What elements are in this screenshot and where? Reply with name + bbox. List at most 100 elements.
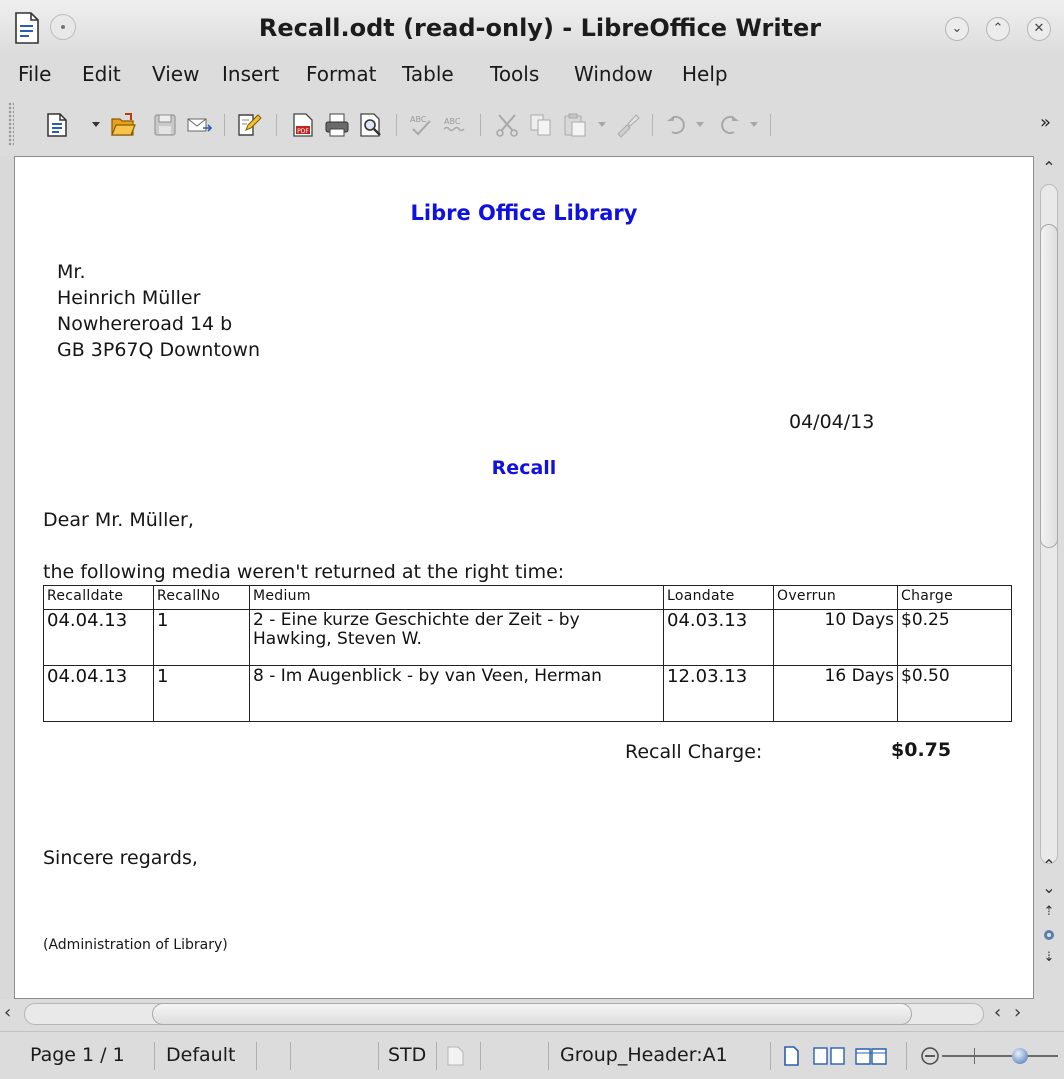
status-bar: Page 1 / 1 Default STD Group_Header:A1 [0,1031,1064,1079]
scroll-left-end-icon[interactable]: ‹ [994,1002,1001,1023]
menu-help[interactable]: Help [682,62,728,86]
email-icon[interactable] [186,112,212,138]
menu-window[interactable]: Window [574,62,653,86]
edit-file-icon[interactable] [236,112,262,138]
new-document-icon[interactable] [44,112,70,138]
document-page[interactable]: Libre Office Library Mr. Heinrich Müller… [15,157,1033,998]
horizontal-scroll-thumb[interactable] [152,1003,912,1025]
table-cell[interactable]: 04.03.13 [663,609,774,666]
column-header: RecallNo [153,585,250,610]
horizontal-scrollbar[interactable]: ‹ ‹ › [0,999,1064,1031]
column-header: Loandate [663,585,774,610]
redo-dropdown-arrow[interactable] [750,122,758,127]
address-street: Nowhereroad 14 b [57,313,233,335]
navigator-icon[interactable] [1042,928,1056,942]
table-row: 04.04.13 1 8 - Im Augenblick - by van Ve… [43,665,1012,722]
table-row: 04.04.13 1 2 - Eine kurze Geschichte der… [43,609,1012,666]
scroll-right-icon[interactable]: › [1014,1002,1021,1023]
close-button[interactable]: ✕ [1027,17,1051,41]
letter-subject: Recall [491,457,557,479]
paste-dropdown-arrow[interactable] [598,122,606,127]
column-header: Charge [897,585,1012,610]
table-cell[interactable]: 1 [153,665,250,722]
open-icon[interactable] [110,112,136,138]
table-cell[interactable]: 04.04.13 [43,665,154,722]
previous-page-icon[interactable]: ⇡ [1034,904,1064,919]
title-bar: Recall.odt (read-only) - LibreOffice Wri… [0,0,1064,56]
letter-date: 04/04/13 [789,411,875,433]
menu-table[interactable]: Table [402,62,454,86]
recall-table: Recalldate RecallNo Medium Loandate Over… [43,585,1012,722]
minimize-button[interactable]: ⌄ [945,17,969,41]
column-header: Overrun [773,585,898,610]
zoom-slider-knob[interactable] [1012,1048,1028,1064]
menu-view[interactable]: View [152,62,199,86]
undo-dropdown-arrow[interactable] [696,122,704,127]
copy-icon[interactable] [528,112,554,138]
zoom-out-icon[interactable] [920,1046,940,1066]
print-preview-icon[interactable] [358,112,384,138]
menu-bar: File Edit View Insert Format Table Tools… [0,56,1064,92]
page-style[interactable]: Default [166,1044,235,1066]
new-dropdown-arrow[interactable] [92,122,100,127]
column-header: Medium [249,585,664,610]
document-view[interactable]: Libre Office Library Mr. Heinrich Müller… [14,156,1034,999]
svg-text:ABC: ABC [444,117,461,126]
salutation: Dear Mr. Müller, [43,509,194,531]
zoom-slider[interactable] [942,1055,1058,1057]
menu-file[interactable]: File [18,62,51,86]
letterhead: Libre Office Library [410,201,638,225]
table-cell[interactable]: 8 - Im Augenblick - by van Veen, Herman [249,665,664,722]
page-indicator[interactable]: Page 1 / 1 [30,1044,125,1066]
toolbar-overflow-button[interactable]: » [1040,112,1051,133]
recall-charge-label: Recall Charge: [625,741,763,763]
scroll-up-icon[interactable]: ⌃ [1034,158,1064,177]
redo-icon[interactable] [716,112,742,138]
maximize-button[interactable]: ⌃ [986,17,1010,41]
recall-charge-value: $0.75 [891,739,952,761]
table-cell[interactable]: 2 - Eine kurze Geschichte der Zeit - by … [249,609,664,666]
selection-mode[interactable]: STD [388,1044,426,1066]
intro-text: the following media weren't returned at … [43,561,565,583]
table-cell[interactable]: $0.25 [897,609,1012,666]
section-indicator[interactable]: Group_Header:A1 [560,1044,728,1066]
table-cell[interactable]: 10 Days [773,609,898,666]
spellcheck-icon[interactable]: ABC [408,112,434,138]
autospellcheck-icon[interactable]: ABC [442,112,468,138]
scroll-up-small-icon[interactable]: ⌃ [1034,856,1064,875]
menu-edit[interactable]: Edit [82,62,121,86]
menu-tools[interactable]: Tools [490,62,539,86]
cut-icon[interactable] [494,112,520,138]
address-name: Heinrich Müller [57,287,201,309]
save-icon[interactable] [152,112,178,138]
toolbar-grip[interactable] [8,102,14,146]
document-modified-icon[interactable] [446,1046,464,1066]
column-header: Recalldate [43,585,154,610]
standard-toolbar: PDF ABC ABC » [0,92,1064,156]
scroll-down-icon[interactable]: ⌄ [1034,878,1064,897]
table-cell[interactable]: $0.50 [897,665,1012,722]
table-cell[interactable]: 04.04.13 [43,609,154,666]
vertical-scrollbar[interactable]: ⌃ ⌃ ⌄ ⇡ ⇣ [1034,156,1064,999]
menu-format[interactable]: Format [306,62,376,86]
pin-icon[interactable] [50,14,76,40]
clone-formatting-icon[interactable] [614,112,640,138]
book-view-icon[interactable] [854,1046,888,1066]
address-city: GB 3P67Q Downtown [57,339,261,361]
next-page-icon[interactable]: ⇣ [1034,950,1064,965]
writer-app-icon[interactable] [14,12,40,44]
paste-icon[interactable] [562,112,588,138]
table-cell[interactable]: 12.03.13 [663,665,774,722]
undo-icon[interactable] [664,112,690,138]
table-cell[interactable]: 16 Days [773,665,898,722]
export-pdf-icon[interactable]: PDF [290,112,316,138]
vertical-scroll-thumb[interactable] [1040,224,1058,548]
menu-insert[interactable]: Insert [222,62,279,86]
scroll-left-icon[interactable]: ‹ [4,1002,11,1023]
window-title: Recall.odt (read-only) - LibreOffice Wri… [258,14,822,42]
multi-page-view-icon[interactable] [812,1046,846,1066]
table-cell[interactable]: 1 [153,609,250,666]
svg-text:PDF: PDF [297,128,309,135]
print-icon[interactable] [324,112,350,138]
single-page-view-icon[interactable] [782,1046,800,1066]
